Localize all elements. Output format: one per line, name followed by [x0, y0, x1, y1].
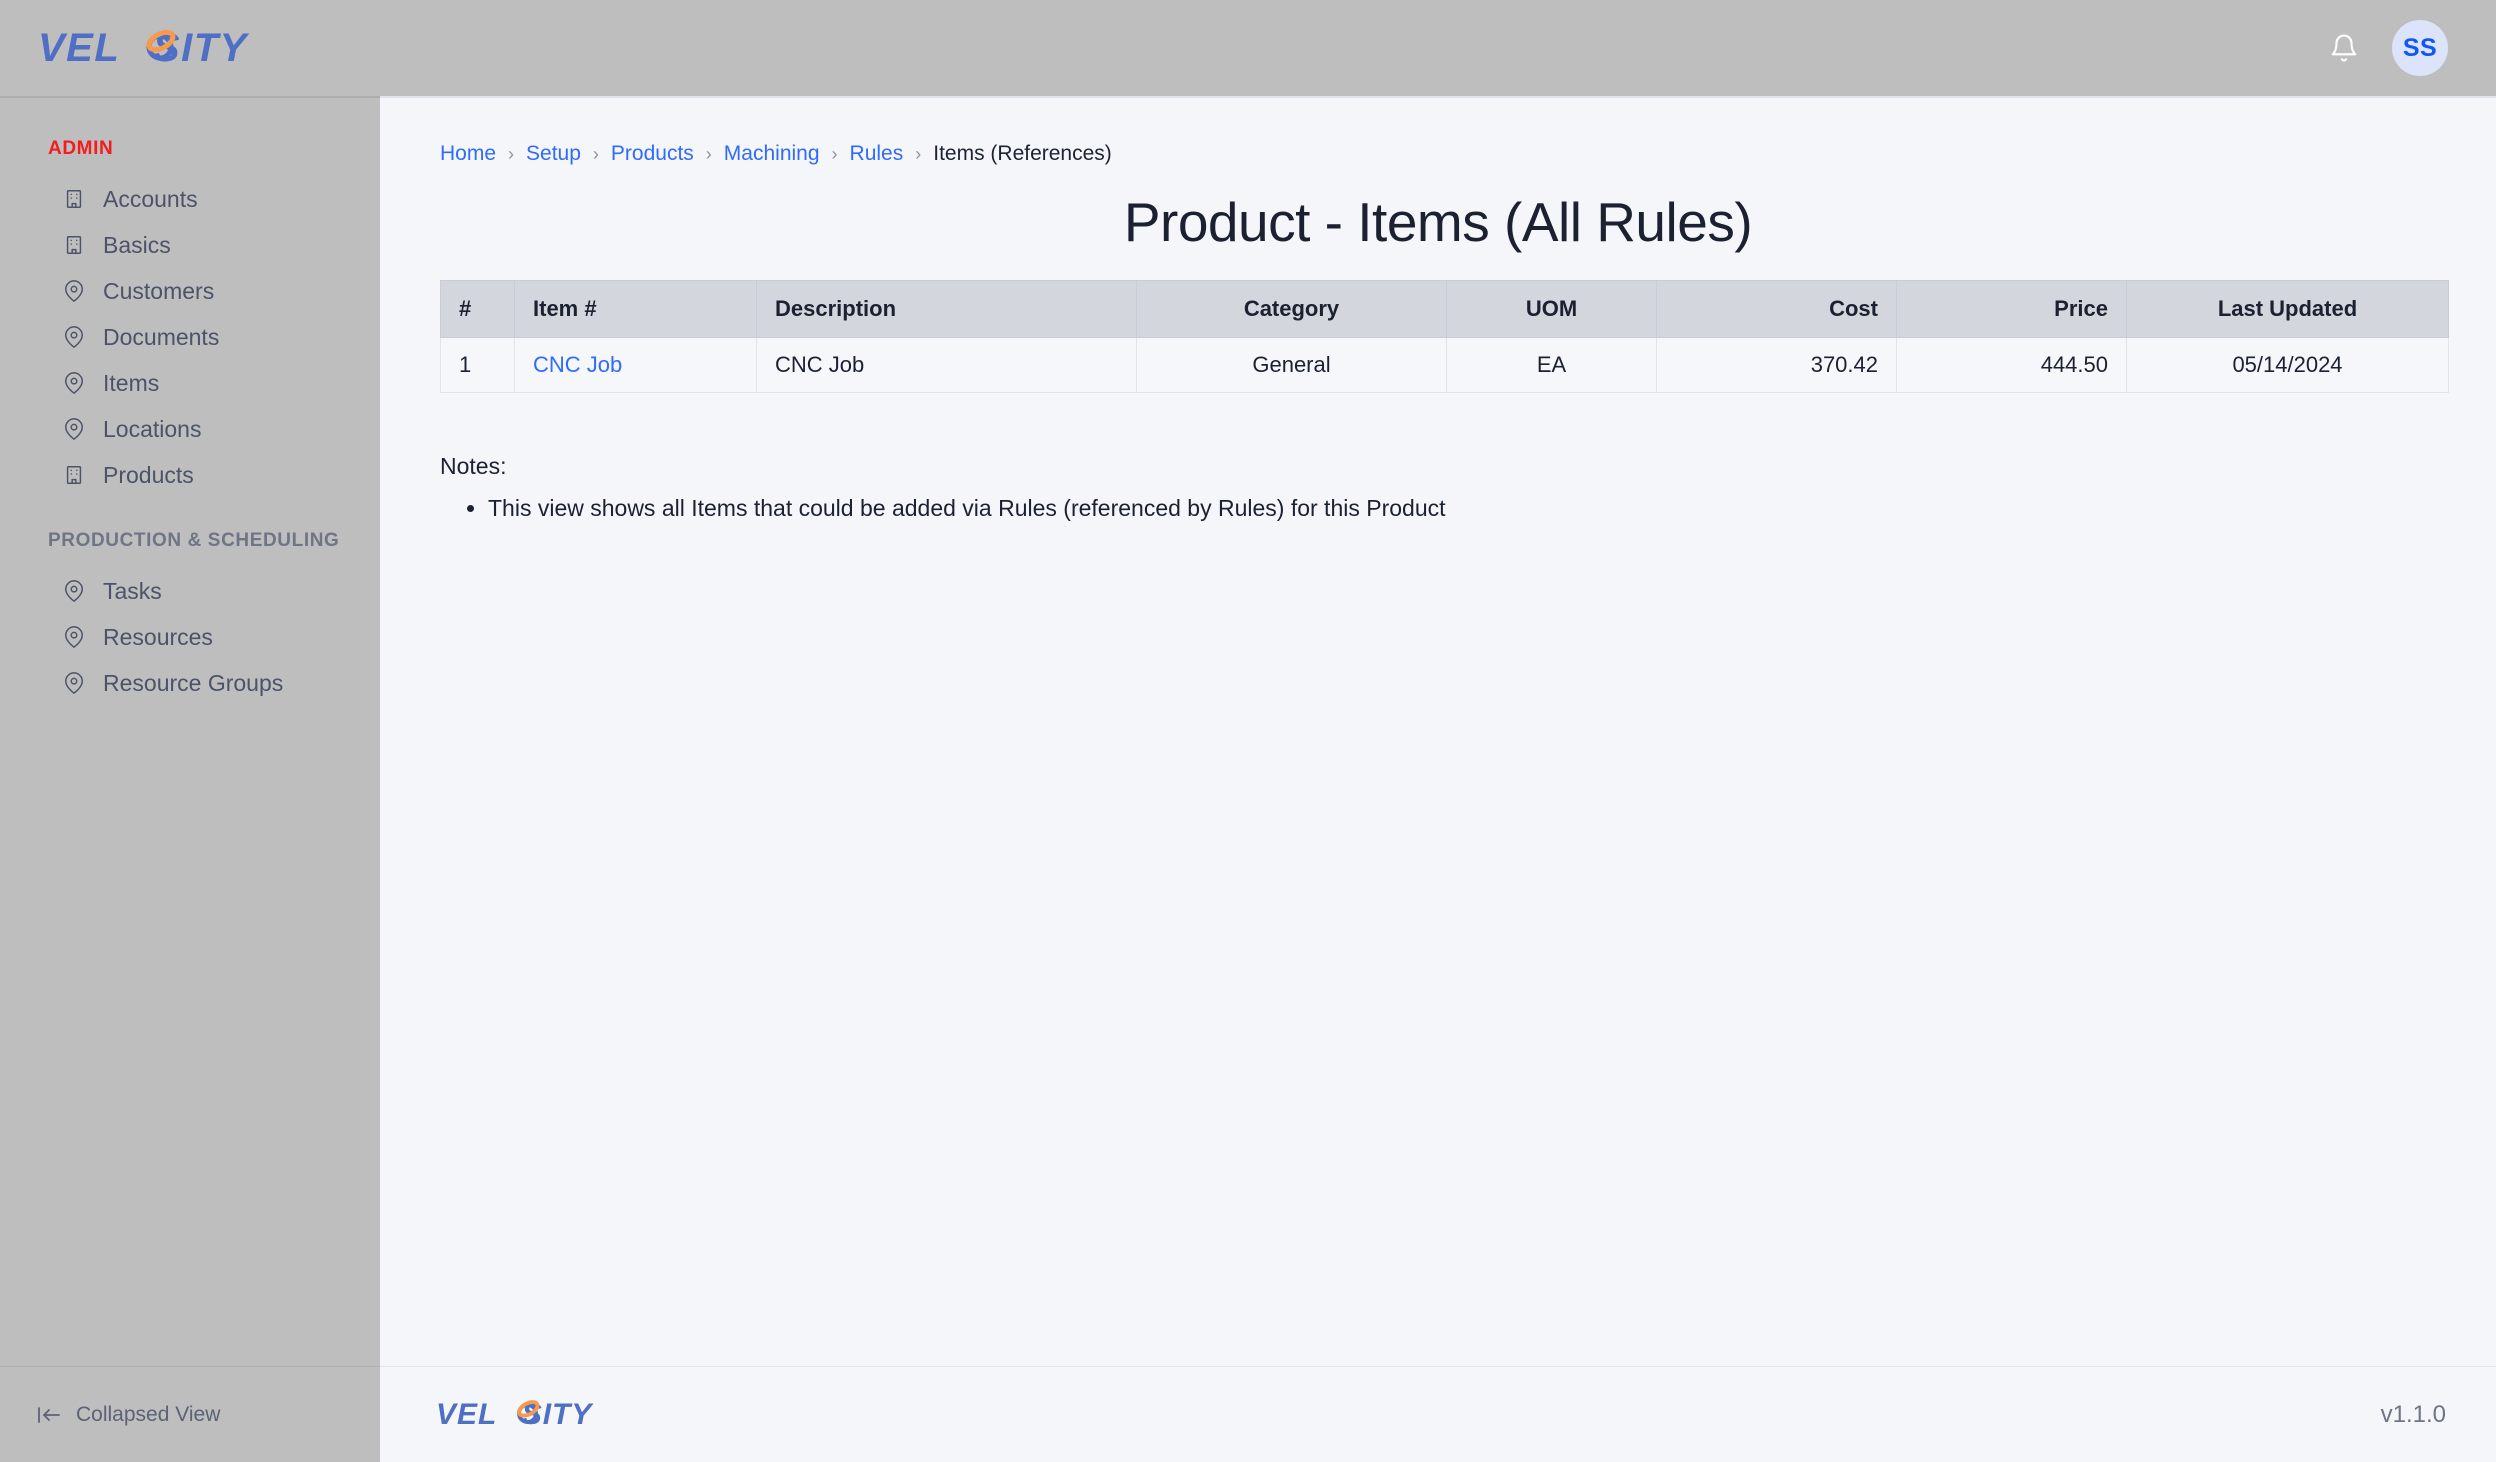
sidebar-item-resource-groups[interactable]: Resource Groups — [0, 660, 380, 706]
page-title: Product - Items (All Rules) — [1123, 191, 1753, 253]
sidebar-item-resources[interactable]: Resources — [0, 614, 380, 660]
cell-index: 1 — [440, 337, 515, 393]
sidebar-footer: Collapsed View — [0, 1366, 380, 1462]
map-pin-icon — [62, 579, 86, 603]
map-pin-icon — [62, 417, 86, 441]
sidebar-section-title-admin: ADMIN — [48, 138, 114, 159]
sidebar-item-label: Customers — [103, 277, 215, 304]
breadcrumb-separator: › — [831, 143, 838, 164]
footer-logo-orbit-icon — [517, 1399, 540, 1424]
map-pin-icon — [62, 371, 86, 395]
footer-logo-part1: VEL — [436, 1397, 498, 1431]
sidebar-item-label: Basics — [103, 231, 171, 258]
column-header-uom[interactable]: UOM — [1446, 280, 1657, 338]
sidebar-item-documents[interactable]: Documents — [0, 314, 380, 360]
column-header-index[interactable]: # — [440, 280, 515, 338]
sidebar-item-basics[interactable]: Basics — [0, 222, 380, 268]
breadcrumb-link-home[interactable]: Home — [440, 142, 496, 166]
logo-text-part1: VEL — [38, 26, 121, 70]
collapse-view-label: Collapsed View — [76, 1402, 221, 1426]
table-header: # Item # Description Category UOM Cost P… — [440, 280, 2449, 338]
building-icon — [62, 463, 86, 487]
notes-list: This view shows all Items that could be … — [440, 490, 2436, 527]
footer-logo[interactable]: VELOSITY — [436, 1398, 592, 1432]
breadcrumb-separator: › — [705, 143, 712, 164]
avatar[interactable]: SS — [2392, 20, 2448, 76]
breadcrumb: Home › Setup › Products › Machining › Ru… — [440, 142, 2436, 166]
cell-cost: 370.42 — [1656, 337, 1897, 393]
breadcrumb-separator: › — [508, 143, 515, 164]
breadcrumb-link-machining[interactable]: Machining — [724, 142, 820, 166]
cell-price: 444.50 — [1896, 337, 2127, 393]
sidebar-item-label: Accounts — [103, 185, 198, 212]
building-icon — [62, 187, 86, 211]
logo-text-part2: SITY — [152, 26, 248, 70]
column-header-cost[interactable]: Cost — [1656, 280, 1897, 338]
item-number-link[interactable]: CNC Job — [533, 352, 622, 377]
map-pin-icon — [62, 279, 86, 303]
sidebar-item-locations[interactable]: Locations — [0, 406, 380, 452]
items-table: # Item # Description Category UOM Cost P… — [440, 280, 2449, 393]
sidebar: ADMIN Accounts Basics Customers Document… — [0, 96, 380, 1462]
cell-last-updated: 05/14/2024 — [2126, 337, 2449, 393]
breadcrumb-separator: › — [915, 143, 922, 164]
cell-item-number: CNC Job — [514, 337, 757, 393]
column-header-item-number[interactable]: Item # — [514, 280, 757, 338]
sidebar-item-label: Locations — [103, 415, 202, 442]
sidebar-item-label: Items — [103, 369, 160, 396]
collapse-left-icon — [38, 1406, 60, 1423]
collapse-view-button[interactable]: Collapsed View — [36, 1403, 220, 1427]
sidebar-item-label: Resource Groups — [103, 669, 284, 696]
body-region: ADMIN Accounts Basics Customers Document… — [0, 96, 2496, 1462]
version-label: v1.1.0 — [2380, 1400, 2446, 1428]
top-bar: VELOSITY SS — [0, 0, 2496, 96]
main-footer: VELOSITY v1.1.0 — [380, 1366, 2496, 1462]
bell-icon — [2331, 34, 2357, 62]
table-header-row: # Item # Description Category UOM Cost P… — [440, 280, 2449, 338]
sidebar-item-customers[interactable]: Customers — [0, 268, 380, 314]
breadcrumb-link-products[interactable]: Products — [611, 142, 694, 166]
cell-uom: EA — [1446, 337, 1657, 393]
brand-logo-area: VELOSITY — [0, 25, 380, 71]
notes-section: Notes: This view shows all Items that co… — [440, 453, 2436, 527]
column-header-description[interactable]: Description — [756, 280, 1137, 338]
top-bar-actions: SS — [2322, 20, 2472, 76]
main-content: Home › Setup › Products › Machining › Ru… — [380, 98, 2496, 1366]
notes-label: Notes: — [440, 453, 507, 479]
sidebar-item-label: Tasks — [103, 577, 162, 604]
sidebar-nav: ADMIN Accounts Basics Customers Document… — [0, 98, 380, 1366]
map-pin-icon — [62, 325, 86, 349]
sidebar-item-label: Products — [103, 461, 194, 488]
map-pin-icon — [62, 671, 86, 695]
app-root: VELOSITY SS ADMIN — [0, 0, 2496, 1462]
sidebar-item-products[interactable]: Products — [0, 452, 380, 498]
breadcrumb-separator: › — [592, 143, 599, 164]
sidebar-item-tasks[interactable]: Tasks — [0, 568, 380, 614]
breadcrumb-link-rules[interactable]: Rules — [850, 142, 904, 166]
column-header-last-updated[interactable]: Last Updated — [2126, 280, 2449, 338]
sidebar-item-label: Resources — [103, 623, 213, 650]
note-item: This view shows all Items that could be … — [488, 490, 2436, 527]
cell-category: General — [1136, 337, 1447, 393]
map-pin-icon — [62, 625, 86, 649]
breadcrumb-current: Items (References) — [933, 142, 1112, 165]
column-header-category[interactable]: Category — [1136, 280, 1447, 338]
notifications-button[interactable] — [2322, 26, 2366, 70]
cell-description: CNC Job — [756, 337, 1137, 393]
sidebar-section-title-production: PRODUCTION & SCHEDULING — [48, 530, 340, 551]
column-header-price[interactable]: Price — [1896, 280, 2127, 338]
sidebar-item-label: Documents — [103, 323, 220, 350]
breadcrumb-link-setup[interactable]: Setup — [526, 142, 581, 166]
sidebar-item-items[interactable]: Items — [0, 360, 380, 406]
building-icon — [62, 233, 86, 257]
sidebar-item-accounts[interactable]: Accounts — [0, 176, 380, 222]
table-body: 1 CNC Job CNC Job General EA 370.42 444.… — [440, 337, 2449, 393]
main-column: Home › Setup › Products › Machining › Ru… — [380, 96, 2496, 1462]
velosity-logo[interactable]: VELOSITY — [38, 25, 248, 71]
table-row: 1 CNC Job CNC Job General EA 370.42 444.… — [440, 337, 2449, 393]
